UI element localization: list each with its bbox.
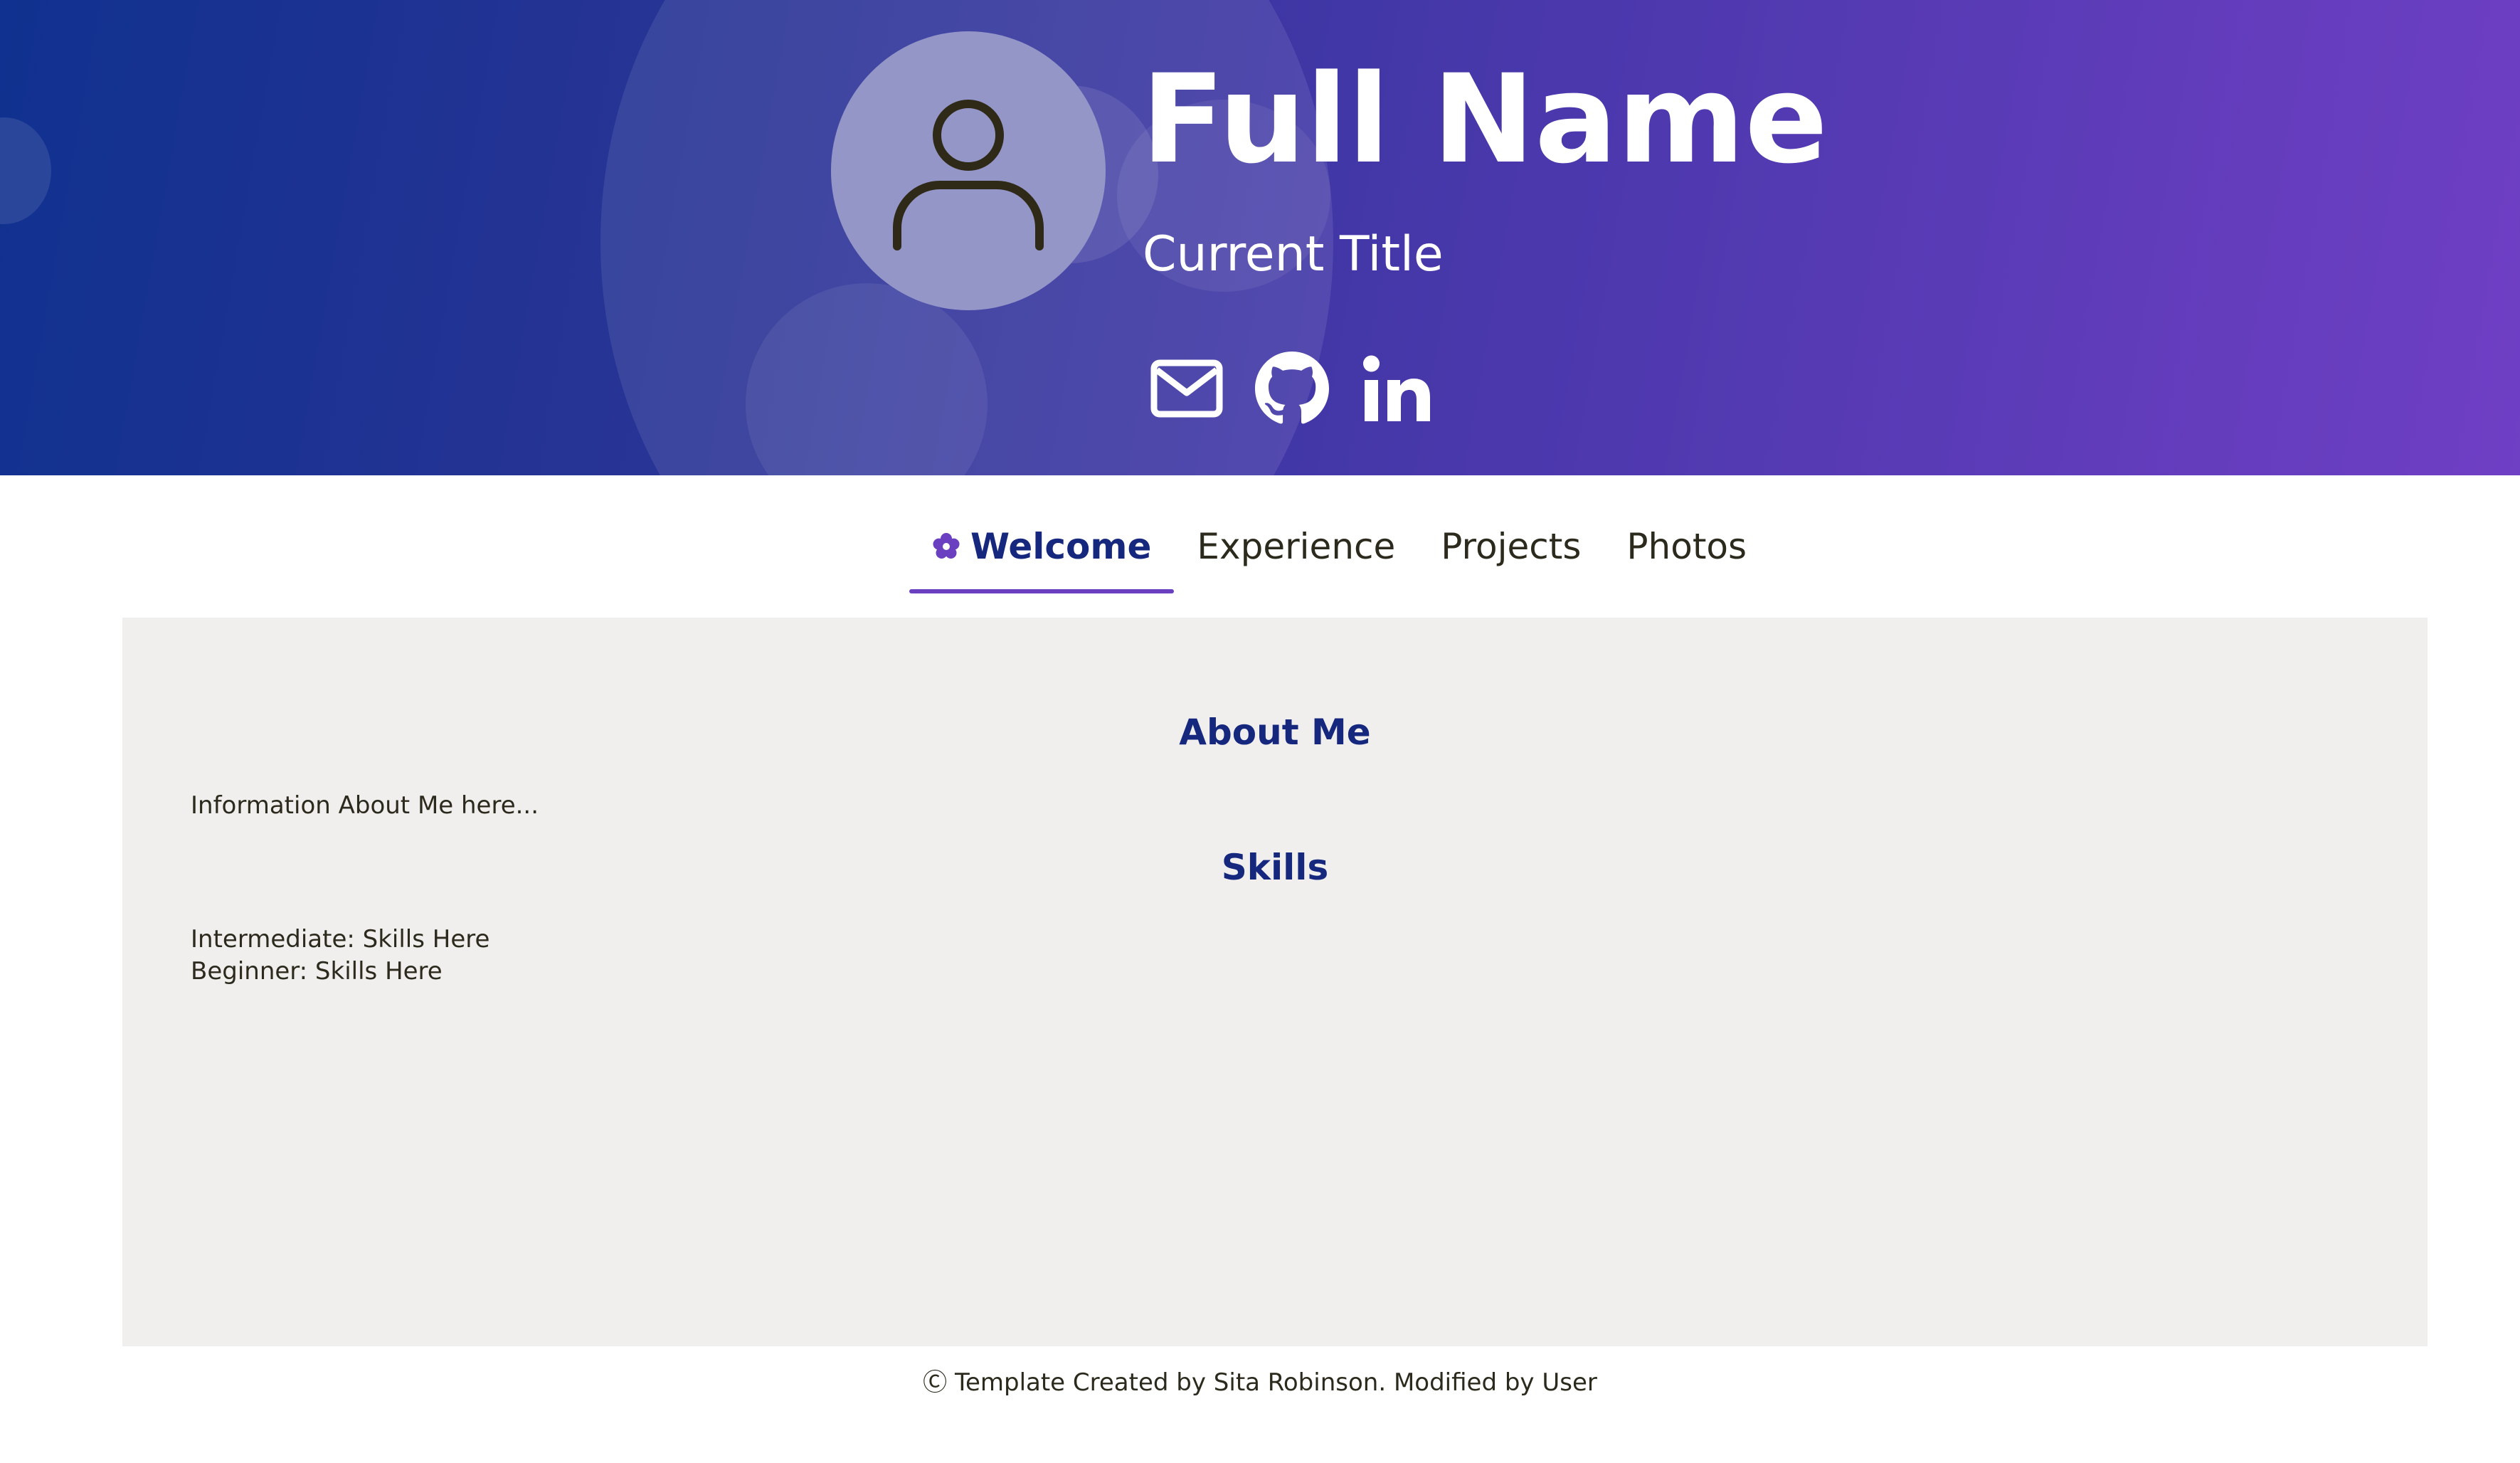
footer-credit: Ⓒ Template Created by Sita Robinson. Mod… [923, 1368, 1597, 1397]
skills-heading: Skills [1221, 847, 1329, 888]
tab-label: Welcome [970, 526, 1152, 567]
linkedin-link[interactable] [1360, 352, 1434, 426]
tab-label: Projects [1441, 526, 1582, 567]
current-title: Current Title [1143, 226, 1444, 282]
about-heading: About Me [1179, 712, 1371, 753]
social-links [1150, 352, 1434, 426]
tab-photos[interactable]: Photos [1604, 502, 1769, 591]
welcome-panel: About Me Information About Me here... Sk… [122, 618, 2428, 1346]
decorative-bubble [0, 117, 51, 224]
skill-item: Intermediate: Skills Here [191, 925, 490, 954]
tab-label: Experience [1197, 526, 1396, 567]
github-icon [1255, 352, 1329, 424]
tab-projects[interactable]: Projects [1418, 502, 1604, 591]
github-link[interactable] [1255, 352, 1329, 426]
linkedin-icon [1363, 355, 1430, 421]
full-name: Full Name [1141, 48, 1828, 191]
user-icon [893, 100, 1044, 250]
tab-welcome[interactable]: Welcome [909, 502, 1175, 593]
envelope-icon [1150, 359, 1223, 418]
about-text: Information About Me here... [191, 791, 539, 820]
profile-header: Full Name Current Title [0, 0, 2520, 475]
tab-label: Photos [1626, 526, 1747, 567]
skill-item: Beginner: Skills Here [191, 957, 443, 986]
email-link[interactable] [1150, 352, 1224, 426]
avatar [831, 31, 1106, 310]
resume-page: Full Name Current Title Welcome Experien… [0, 0, 2520, 1463]
tab-experience[interactable]: Experience [1174, 502, 1418, 591]
section-tabs: Welcome Experience Projects Photos [909, 502, 1769, 595]
flower-icon [933, 533, 960, 559]
skills-list: Intermediate: Skills Here Beginner: Skil… [191, 924, 489, 988]
